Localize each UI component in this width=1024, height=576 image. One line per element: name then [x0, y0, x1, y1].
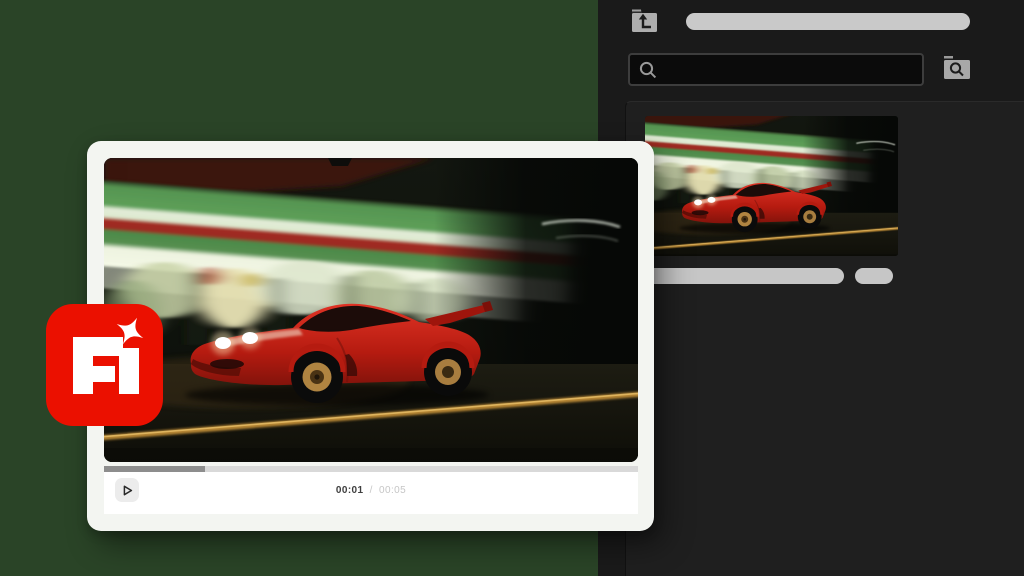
media-browser-panel — [598, 0, 1024, 576]
time-display: 00:01 / 00:05 — [104, 485, 638, 496]
time-separator: / — [370, 485, 373, 496]
firefly-logo-badge: Fi — [46, 304, 163, 426]
fi-logo-glyph — [46, 304, 163, 426]
screen: 00:01 / 00:05 Fi — [0, 0, 1024, 576]
video-player-card: 00:01 / 00:05 — [87, 141, 654, 531]
bin-content-area — [625, 101, 1024, 576]
video-viewport[interactable] — [104, 158, 638, 462]
search-input[interactable] — [657, 63, 922, 77]
duration: 00:05 — [379, 485, 406, 496]
folder-search-icon — [942, 54, 972, 82]
breadcrumb-placeholder-bar — [686, 13, 970, 30]
find-in-bin-button[interactable] — [942, 54, 972, 82]
media-item-meta-placeholder-bar — [855, 268, 893, 284]
media-item-label-placeholder-bar — [644, 268, 844, 284]
player-controls: 00:01 / 00:05 — [104, 472, 638, 514]
folder-up-icon — [631, 9, 659, 35]
folder-up-button[interactable] — [631, 9, 659, 35]
media-item-thumbnail[interactable] — [645, 116, 898, 256]
search-icon — [639, 61, 657, 79]
current-time: 00:01 — [336, 485, 364, 496]
search-box — [628, 53, 924, 86]
